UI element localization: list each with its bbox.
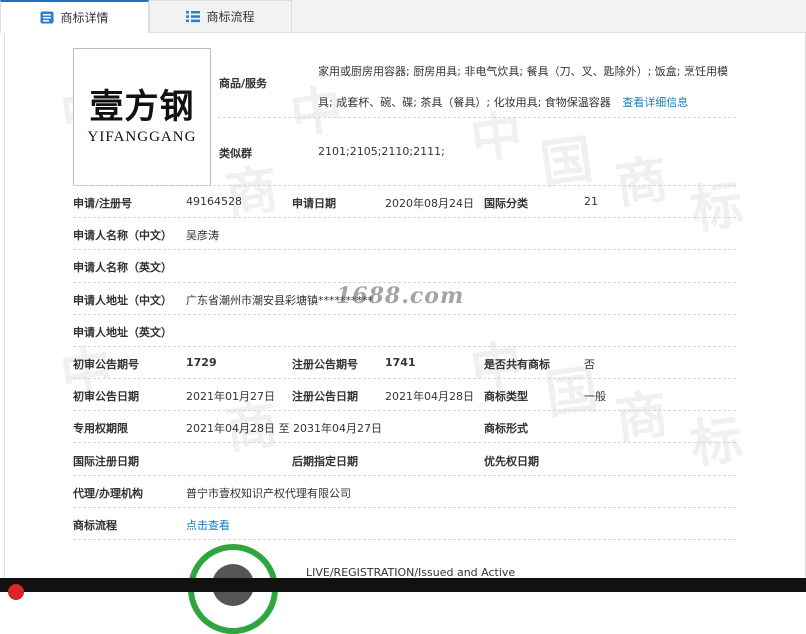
tab-bar: 商标详情 商标流程 [0, 0, 806, 33]
reg-no-label: 申请/注册号 [73, 197, 133, 210]
divider [73, 507, 736, 508]
view-details-link[interactable]: 查看详细信息 [622, 96, 688, 109]
intl-class-label: 国际分类 [484, 197, 528, 210]
document-icon [40, 11, 54, 24]
tm-type-value: 一般 [584, 390, 606, 403]
reg-date-label: 注册公告日期 [292, 390, 358, 403]
divider [73, 185, 736, 186]
agency-value: 普宁市壹权知识产权代理有限公司 [186, 487, 351, 500]
tm-type-label: 商标类型 [484, 390, 528, 403]
apply-date-value: 2020年08月24日 [385, 197, 474, 210]
watermark-char: 商 [611, 149, 672, 217]
reg-issue-label: 注册公告期号 [292, 358, 358, 371]
divider [73, 378, 736, 379]
watermark-char: 国 [536, 129, 597, 197]
later-date-label: 后期指定日期 [292, 455, 358, 468]
bottom-bar [0, 578, 806, 592]
trademark-name-en: YIFANGGANG [87, 129, 197, 145]
address-en-label: 申请人地址（英文） [73, 326, 172, 339]
tab-trademark-process[interactable]: 商标流程 [149, 0, 292, 32]
watermark-char: 标 [686, 409, 747, 477]
applicant-en-label: 申请人名称（英文） [73, 261, 172, 274]
list-icon [186, 11, 201, 23]
exclusive-value: 2021年04月28日 至 2031年04月27日 [186, 422, 382, 435]
prelim-date-label: 初审公告日期 [73, 390, 139, 403]
reg-issue-value: 1741 [385, 356, 416, 369]
prelim-issue-value: 1729 [186, 356, 217, 369]
trademark-image: 壹方钢 YIFANGGANG [73, 48, 211, 186]
goods-list: 家用或厨房用容器; 厨房用具; 非电气炊具; 餐具（刀、叉、匙除外）; 饭盒; … [318, 56, 738, 118]
site-watermark: 1688.com [336, 283, 465, 309]
priority-date-label: 优先权日期 [484, 455, 539, 468]
address-cn-label: 申请人地址（中文） [73, 294, 172, 307]
prelim-date-value: 2021年01月27日 [186, 390, 275, 403]
similar-group-value: 2101;2105;2110;2111; [318, 145, 445, 158]
shared-value: 否 [584, 358, 595, 371]
tm-form-label: 商标形式 [484, 422, 528, 435]
divider [73, 539, 736, 540]
divider [73, 346, 736, 347]
record-icon [8, 584, 24, 600]
divider [73, 410, 736, 411]
intl-class-value: 21 [584, 195, 598, 208]
tab-label: 商标流程 [206, 10, 255, 24]
divider [73, 475, 736, 476]
process-label: 商标流程 [73, 519, 117, 532]
agency-label: 代理/办理机构 [73, 487, 144, 500]
similar-group-label: 类似群 [219, 147, 252, 160]
tab-trademark-details[interactable]: 商标详情 [0, 0, 149, 33]
divider [73, 217, 736, 218]
reg-date-value: 2021年04月28日 [385, 390, 474, 403]
watermark-char: 标 [686, 174, 747, 242]
view-process-link[interactable]: 点击查看 [186, 517, 230, 533]
trademark-name-cn: 壹方钢 [89, 87, 195, 127]
apply-date-label: 申请日期 [292, 197, 336, 210]
tab-label: 商标详情 [60, 11, 109, 25]
divider [218, 117, 736, 118]
intl-reg-date-label: 国际注册日期 [73, 455, 139, 468]
exclusive-label: 专用权期限 [73, 422, 128, 435]
goods-label: 商品/服务 [219, 77, 268, 90]
applicant-cn-label: 申请人名称（中文） [73, 229, 172, 242]
shared-label: 是否共有商标 [484, 358, 550, 371]
applicant-cn-value: 吴彦涛 [186, 229, 219, 242]
divider [73, 249, 736, 250]
divider [73, 442, 736, 443]
prelim-issue-label: 初审公告期号 [73, 358, 139, 371]
divider [73, 314, 736, 315]
reg-no-value: 49164528 [186, 195, 242, 208]
